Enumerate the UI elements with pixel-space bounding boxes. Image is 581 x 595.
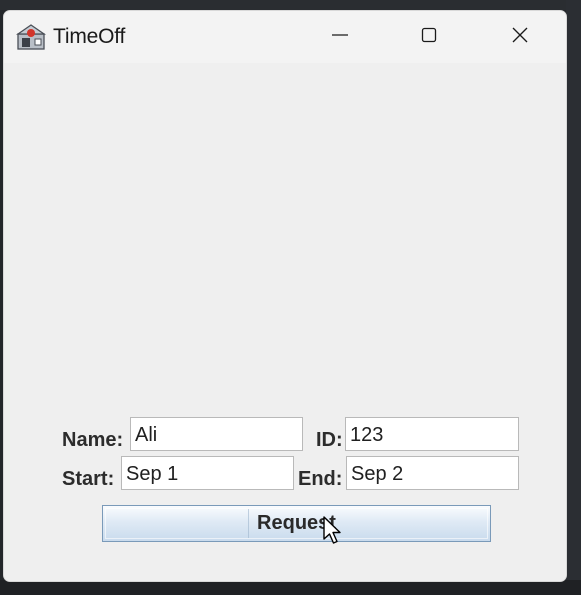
form-panel: Name: ID: Start: End: Request: [4, 63, 566, 581]
request-button[interactable]: Request: [102, 505, 491, 542]
mouse-pointer-icon: [322, 515, 344, 547]
minimize-icon: [331, 26, 349, 49]
maximize-button[interactable]: [406, 19, 452, 55]
name-label: Name:: [62, 429, 124, 451]
window-title: TimeOff: [53, 25, 126, 48]
end-field[interactable]: [346, 456, 519, 490]
java-app-icon: [15, 22, 48, 52]
start-field[interactable]: [121, 456, 294, 490]
name-field[interactable]: [130, 417, 303, 451]
title-bar[interactable]: TimeOff: [4, 11, 566, 63]
close-button[interactable]: [497, 19, 543, 55]
maximize-icon: [420, 26, 438, 49]
id-field[interactable]: [345, 417, 519, 451]
id-label: ID:: [316, 429, 343, 451]
close-icon: [511, 26, 529, 49]
button-separator: [248, 509, 249, 538]
minimize-button[interactable]: [317, 19, 363, 55]
background-ide-bottom: [0, 580, 581, 595]
background-ide-top: [0, 0, 581, 10]
start-label: Start:: [62, 468, 115, 490]
end-label: End:: [298, 468, 343, 490]
background-ide-right: [566, 0, 581, 595]
timeoff-window: TimeOff Name: ID: Start: End: [3, 10, 567, 582]
